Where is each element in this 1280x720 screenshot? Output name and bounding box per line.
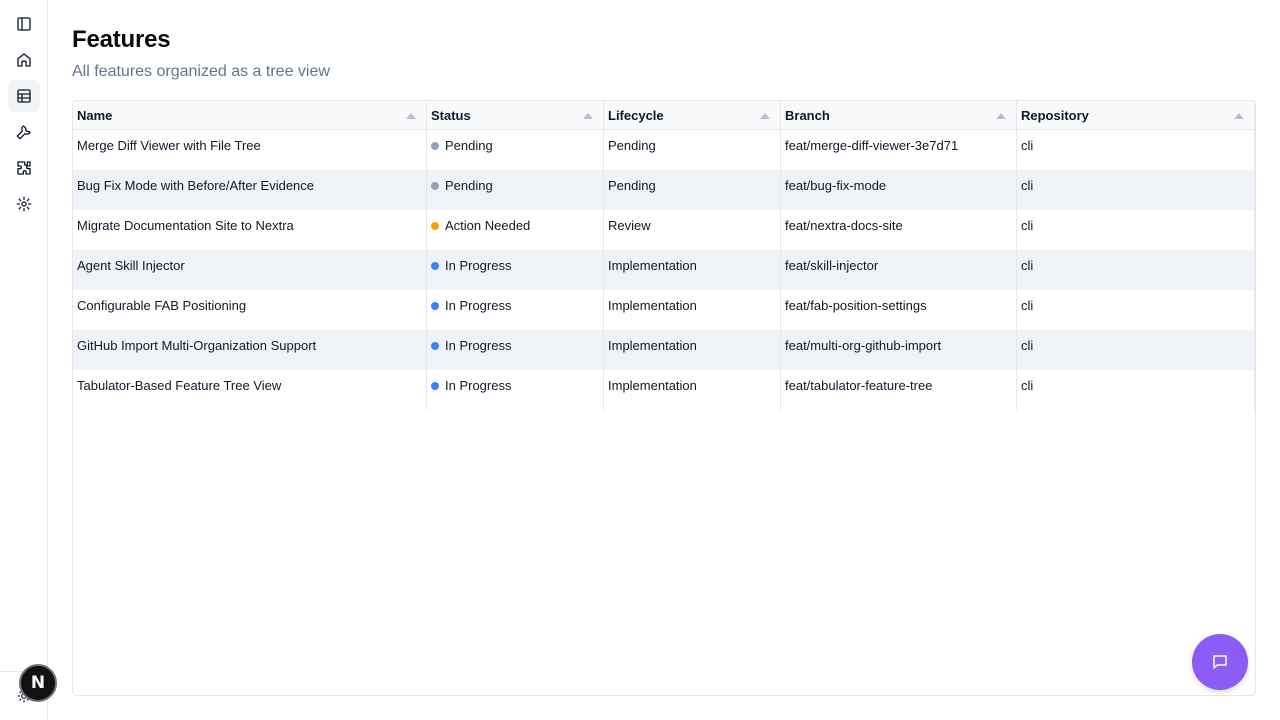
sort-icon	[583, 113, 593, 119]
status-label: Pending	[445, 138, 493, 153]
cell-status: Action Needed	[427, 210, 604, 250]
cell-lifecycle: Implementation	[604, 370, 781, 410]
sort-icon	[996, 113, 1006, 119]
table-icon	[17, 89, 31, 103]
cell-branch: feat/tabulator-feature-tree	[781, 370, 1017, 410]
cell-repository: cli	[1017, 290, 1255, 330]
cell-lifecycle: Implementation	[604, 290, 781, 330]
table-row[interactable]: Merge Diff Viewer with File Tree Pending…	[73, 130, 1255, 170]
puzzle-icon	[17, 161, 31, 175]
column-header-repository[interactable]: Repository	[1017, 101, 1255, 130]
column-header-label: Branch	[785, 108, 830, 123]
cell-branch: feat/skill-injector	[781, 250, 1017, 290]
table-row[interactable]: Tabulator-Based Feature Tree View In Pro…	[73, 370, 1255, 410]
cell-lifecycle: Review	[604, 210, 781, 250]
cell-repository: cli	[1017, 170, 1255, 210]
cell-lifecycle: Pending	[604, 170, 781, 210]
cell-branch: feat/nextra-docs-site	[781, 210, 1017, 250]
column-header-branch[interactable]: Branch	[781, 101, 1017, 130]
sort-icon	[760, 113, 770, 119]
sort-icon	[1234, 113, 1244, 119]
status-label: In Progress	[445, 258, 512, 273]
column-header-label: Repository	[1021, 108, 1089, 123]
cell-name: Bug Fix Mode with Before/After Evidence	[73, 170, 427, 210]
sidebar-toggle-button[interactable]	[8, 8, 40, 40]
status-dot-icon	[431, 222, 439, 230]
avatar[interactable]: N	[19, 664, 57, 702]
status-dot-icon	[431, 262, 439, 270]
table-row[interactable]: GitHub Import Multi-Organization Support…	[73, 330, 1255, 370]
column-header-status[interactable]: Status	[427, 101, 604, 130]
cell-name: Agent Skill Injector	[73, 250, 427, 290]
status-label: Pending	[445, 178, 493, 193]
cell-repository: cli	[1017, 210, 1255, 250]
table-row[interactable]: Bug Fix Mode with Before/After Evidence …	[73, 170, 1255, 210]
chat-icon	[1213, 655, 1227, 669]
panel-toggle-icon	[17, 17, 31, 31]
status-dot-icon	[431, 182, 439, 190]
cell-branch: feat/fab-position-settings	[781, 290, 1017, 330]
cell-name: Tabulator-Based Feature Tree View	[73, 370, 427, 410]
chat-fab-button[interactable]	[1192, 634, 1248, 690]
cell-status: In Progress	[427, 250, 604, 290]
column-header-name[interactable]: Name	[73, 101, 427, 130]
cell-name: Migrate Documentation Site to Nextra	[73, 210, 427, 250]
cell-branch: feat/merge-diff-viewer-3e7d71	[781, 130, 1017, 170]
column-header-label: Lifecycle	[608, 108, 664, 123]
status-dot-icon	[431, 382, 439, 390]
page-title: Features	[72, 26, 171, 53]
cell-status: In Progress	[427, 370, 604, 410]
sidebar-item-settings[interactable]	[8, 188, 40, 220]
cell-name: Merge Diff Viewer with File Tree	[73, 130, 427, 170]
features-table: Name Status Lifecycle Branch Repository …	[72, 100, 1256, 696]
table-header: Name Status Lifecycle Branch Repository	[73, 101, 1255, 130]
cell-repository: cli	[1017, 330, 1255, 370]
status-label: In Progress	[445, 298, 512, 313]
gear-icon	[16, 196, 32, 212]
cell-branch: feat/bug-fix-mode	[781, 170, 1017, 210]
cell-status: Pending	[427, 130, 604, 170]
status-label: In Progress	[445, 378, 512, 393]
table-row[interactable]: Migrate Documentation Site to Nextra Act…	[73, 210, 1255, 250]
status-label: Action Needed	[445, 218, 531, 233]
status-dot-icon	[431, 302, 439, 310]
sidebar-item-tools[interactable]	[8, 116, 40, 148]
sidebar-item-features[interactable]	[8, 80, 40, 112]
column-header-label: Name	[77, 108, 113, 123]
column-header-lifecycle[interactable]: Lifecycle	[604, 101, 781, 130]
status-label: In Progress	[445, 338, 512, 353]
cell-repository: cli	[1017, 370, 1255, 410]
cell-branch: feat/multi-org-github-import	[781, 330, 1017, 370]
cell-status: In Progress	[427, 290, 604, 330]
home-icon	[17, 53, 31, 67]
cell-repository: cli	[1017, 130, 1255, 170]
sidebar-item-plugins[interactable]	[8, 152, 40, 184]
page-subtitle: All features organized as a tree view	[72, 63, 330, 80]
sidebar	[0, 0, 48, 720]
sort-icon	[406, 113, 416, 119]
status-dot-icon	[431, 142, 439, 150]
wrench-icon	[16, 125, 31, 140]
cell-lifecycle: Implementation	[604, 250, 781, 290]
cell-status: In Progress	[427, 330, 604, 370]
status-dot-icon	[431, 342, 439, 350]
sidebar-item-home[interactable]	[8, 44, 40, 76]
column-header-label: Status	[431, 108, 471, 123]
cell-name: GitHub Import Multi-Organization Support	[73, 330, 427, 370]
table-row[interactable]: Configurable FAB Positioning In Progress…	[73, 290, 1255, 330]
cell-name: Configurable FAB Positioning	[73, 290, 427, 330]
cell-repository: cli	[1017, 250, 1255, 290]
cell-lifecycle: Implementation	[604, 330, 781, 370]
cell-lifecycle: Pending	[604, 130, 781, 170]
cell-status: Pending	[427, 170, 604, 210]
table-row[interactable]: Agent Skill Injector In Progress Impleme…	[73, 250, 1255, 290]
